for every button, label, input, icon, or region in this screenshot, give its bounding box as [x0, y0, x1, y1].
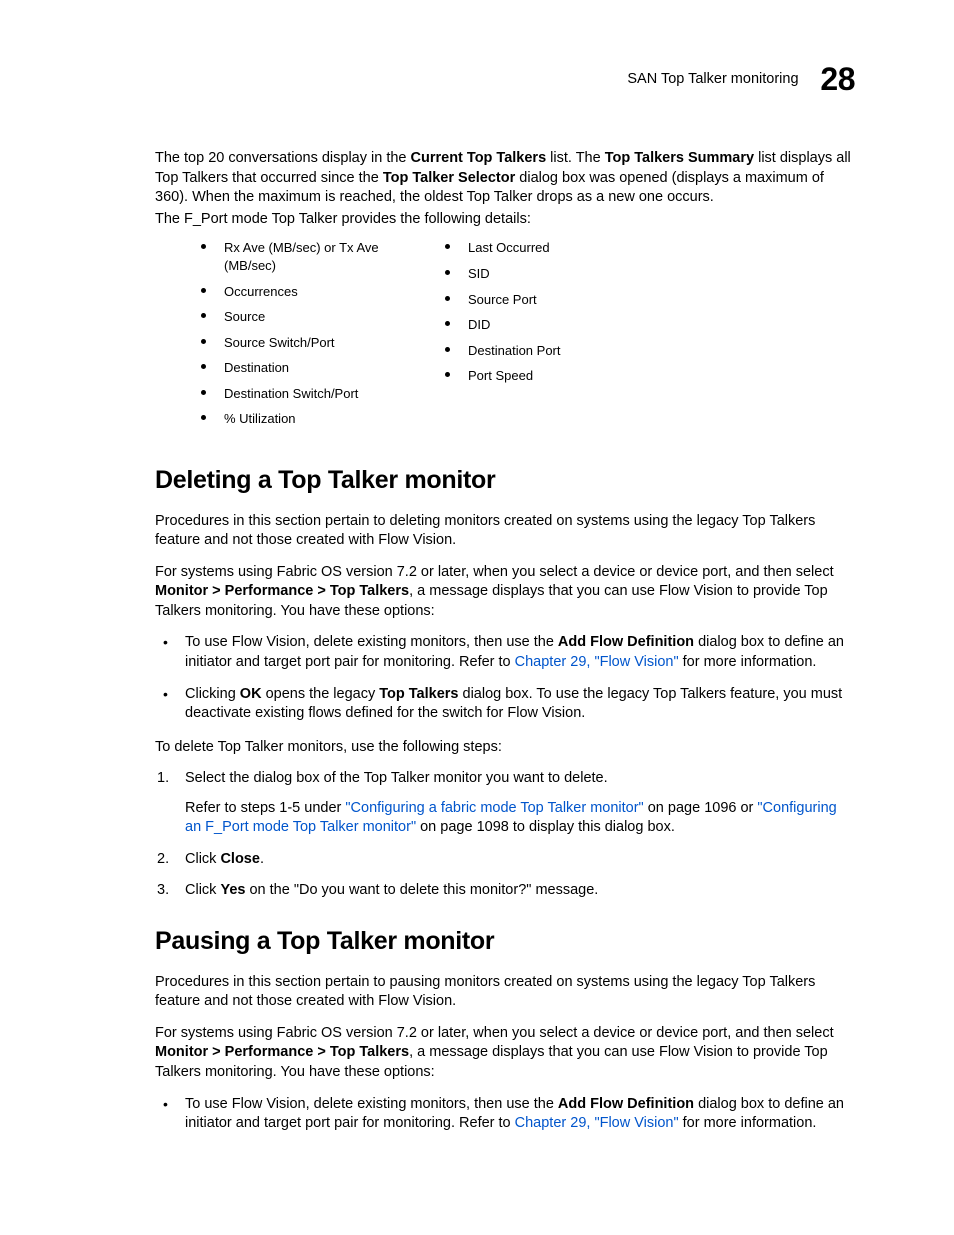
list-item-label: % Utilization: [224, 410, 296, 428]
details-grid: Rx Ave (MB/sec) or Tx Ave (MB/sec) Occur…: [201, 239, 855, 435]
text-run: .: [260, 851, 264, 867]
heading-pausing: Pausing a Top Talker monitor: [155, 925, 855, 959]
deleting-p1: Procedures in this section pertain to de…: [155, 512, 855, 551]
page-content: SAN Top Talker monitoring 28 The top 20 …: [155, 58, 855, 1148]
bullet-icon: [201, 415, 206, 420]
list-item-label: Destination Switch/Port: [224, 385, 358, 403]
text-run: on the "Do you want to delete this monit…: [245, 882, 598, 898]
text-run: To use Flow Vision, delete existing moni…: [185, 634, 558, 650]
list-item-label: Source Switch/Port: [224, 334, 335, 352]
list-item-label: Destination: [224, 359, 289, 377]
pausing-p2: For systems using Fabric OS version 7.2 …: [155, 1024, 855, 1083]
text-run: Click: [185, 851, 220, 867]
list-item-label: Source Port: [468, 291, 537, 309]
text-run: For systems using Fabric OS version 7.2 …: [155, 564, 834, 580]
text-run: for more information.: [679, 1115, 817, 1131]
text-run: opens the legacy: [262, 686, 380, 702]
list-item: % Utilization: [201, 410, 381, 428]
bold-run: Add Flow Definition: [558, 634, 694, 650]
list-item-label: Source: [224, 308, 265, 326]
bold-run: Close: [220, 851, 260, 867]
step-2: Click Close.: [155, 850, 855, 870]
link-flow-vision[interactable]: Chapter 29, "Flow Vision": [515, 654, 679, 670]
bullet-icon: [445, 296, 450, 301]
bullet-icon: [445, 372, 450, 377]
step-1-sub: Refer to steps 1-5 under "Configuring a …: [185, 799, 855, 838]
deleting-bullets: To use Flow Vision, delete existing moni…: [155, 633, 855, 723]
bullet-icon: [201, 364, 206, 369]
list-item-label: Port Speed: [468, 367, 533, 385]
list-item: Occurrences: [201, 283, 381, 301]
bullet-icon: [445, 270, 450, 275]
text-run: For systems using Fabric OS version 7.2 …: [155, 1025, 834, 1041]
bold-run: Top Talkers Summary: [605, 150, 754, 166]
details-col-left: Rx Ave (MB/sec) or Tx Ave (MB/sec) Occur…: [201, 239, 381, 435]
text-run: The top 20 conversations display in the: [155, 150, 411, 166]
pausing-p1: Procedures in this section pertain to pa…: [155, 973, 855, 1012]
text-run: To use Flow Vision, delete existing moni…: [185, 1096, 558, 1112]
bold-run: Monitor > Performance > Top Talkers: [155, 583, 409, 599]
list-item-label: SID: [468, 265, 490, 283]
deleting-steps: Select the dialog box of the Top Talker …: [155, 769, 855, 901]
bullet-icon: [201, 339, 206, 344]
details-col-right: Last Occurred SID Source Port DID Destin…: [445, 239, 625, 435]
deleting-p2: For systems using Fabric OS version 7.2 …: [155, 563, 855, 622]
list-item: To use Flow Vision, delete existing moni…: [155, 633, 855, 672]
step-1: Select the dialog box of the Top Talker …: [155, 769, 855, 838]
bullet-icon: [445, 347, 450, 352]
text-run: Refer to steps 1-5 under: [185, 800, 345, 816]
list-item: Destination Port: [445, 342, 625, 360]
list-item: Last Occurred: [445, 239, 625, 257]
pausing-bullets: To use Flow Vision, delete existing moni…: [155, 1095, 855, 1134]
bullet-icon: [201, 244, 206, 249]
bold-run: Current Top Talkers: [411, 150, 547, 166]
heading-deleting: Deleting a Top Talker monitor: [155, 464, 855, 498]
list-item-label: Occurrences: [224, 283, 298, 301]
body-text: The top 20 conversations display in the …: [155, 149, 855, 1134]
bold-run: Top Talker Selector: [383, 170, 515, 186]
list-item-label: DID: [468, 316, 490, 334]
step-text: Select the dialog box of the Top Talker …: [185, 770, 608, 786]
deleting-p3: To delete Top Talker monitors, use the f…: [155, 738, 855, 758]
link-configuring-fabric[interactable]: "Configuring a fabric mode Top Talker mo…: [345, 800, 643, 816]
list-item: To use Flow Vision, delete existing moni…: [155, 1095, 855, 1134]
list-item: Port Speed: [445, 367, 625, 385]
chapter-number: 28: [820, 58, 855, 101]
intro-paragraph-1: The top 20 conversations display in the …: [155, 149, 855, 208]
text-run: for more information.: [679, 654, 817, 670]
section-title: SAN Top Talker monitoring: [627, 70, 798, 90]
bold-run: Add Flow Definition: [558, 1096, 694, 1112]
list-item: Rx Ave (MB/sec) or Tx Ave (MB/sec): [201, 239, 381, 274]
bold-run: OK: [240, 686, 262, 702]
page-header: SAN Top Talker monitoring 28: [155, 58, 855, 101]
intro-paragraph-2: The F_Port mode Top Talker provides the …: [155, 210, 855, 230]
list-item: Destination Switch/Port: [201, 385, 381, 403]
list-item: SID: [445, 265, 625, 283]
bullet-icon: [201, 288, 206, 293]
bold-run: Yes: [220, 882, 245, 898]
bold-run: Monitor > Performance > Top Talkers: [155, 1044, 409, 1060]
text-run: on page 1098 to display this dialog box.: [416, 819, 675, 835]
list-item: DID: [445, 316, 625, 334]
bullet-icon: [445, 321, 450, 326]
list-item: Source: [201, 308, 381, 326]
list-item-label: Last Occurred: [468, 239, 550, 257]
step-3: Click Yes on the "Do you want to delete …: [155, 881, 855, 901]
text-run: Click: [185, 882, 220, 898]
text-run: list. The: [546, 150, 605, 166]
list-item-label: Rx Ave (MB/sec) or Tx Ave (MB/sec): [224, 239, 381, 274]
bold-run: Top Talkers: [379, 686, 458, 702]
list-item: Destination: [201, 359, 381, 377]
bullet-icon: [445, 244, 450, 249]
list-item: Clicking OK opens the legacy Top Talkers…: [155, 685, 855, 724]
link-flow-vision[interactable]: Chapter 29, "Flow Vision": [515, 1115, 679, 1131]
bullet-icon: [201, 313, 206, 318]
list-item: Source Switch/Port: [201, 334, 381, 352]
text-run: Clicking: [185, 686, 240, 702]
bullet-icon: [201, 390, 206, 395]
list-item-label: Destination Port: [468, 342, 561, 360]
list-item: Source Port: [445, 291, 625, 309]
text-run: on page 1096 or: [644, 800, 758, 816]
